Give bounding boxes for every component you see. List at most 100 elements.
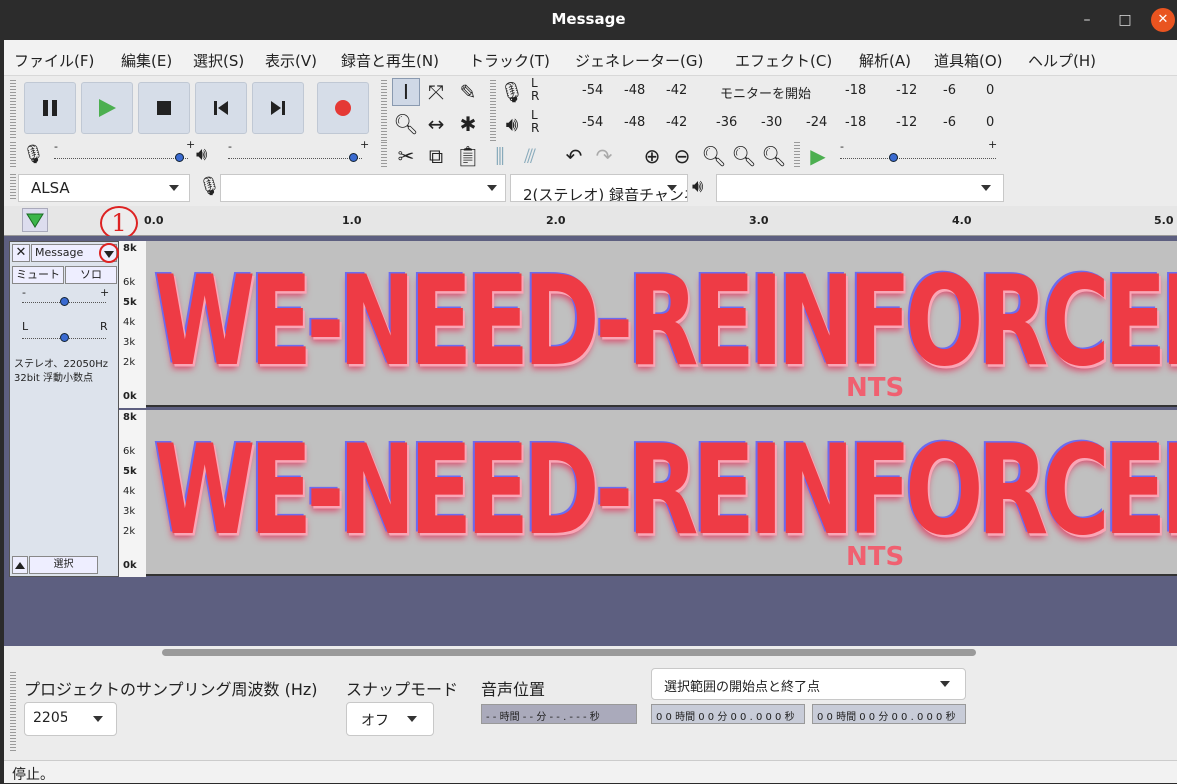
microphone-icon: 🎙︎ <box>22 144 45 165</box>
playback-device-select[interactable] <box>716 174 1004 202</box>
menu-view[interactable]: 表示(V) <box>265 50 317 71</box>
chevron-down-icon <box>940 681 950 687</box>
selection-start-field[interactable]: 0 0 時間 0 0 分 0 0 . 0 0 0 秒 <box>651 704 805 724</box>
selection-tool[interactable]: I <box>392 78 420 106</box>
track-close-button[interactable]: ✕ <box>12 244 30 262</box>
close-button[interactable]: ✕ <box>1151 8 1175 32</box>
menu-file[interactable]: ファイル(F) <box>14 50 94 71</box>
undo-button[interactable]: ↶ <box>560 142 588 170</box>
selection-mode-select[interactable]: 選択範囲の開始点と終了点 <box>651 668 966 700</box>
silence-button[interactable]: ⫻ <box>516 142 544 170</box>
trim-button[interactable]: ⫼ <box>486 142 514 170</box>
recording-volume-slider[interactable] <box>54 148 188 168</box>
fit-project-button[interactable]: 🔍︎ <box>730 142 758 170</box>
playback-meter[interactable]: -54 -48 -42 -36 -30 -24 -18 -12 -6 0 <box>544 112 1004 136</box>
slider-thumb[interactable] <box>59 333 69 342</box>
pause-button[interactable] <box>24 82 76 134</box>
slider-thumb[interactable] <box>59 297 69 306</box>
minimize-button[interactable]: – <box>1075 8 1099 32</box>
spectrogram-right-channel[interactable]: WE-NEED-REINFORCEME NTS <box>146 410 1177 576</box>
menu-analyze[interactable]: 解析(A) <box>859 50 911 71</box>
collapse-track-button[interactable] <box>12 556 28 574</box>
slider-thumb[interactable] <box>349 153 359 162</box>
zoom-in-button[interactable]: ⊕ <box>638 142 666 170</box>
selection-end-field[interactable]: 0 0 時間 0 0 分 0 0 . 0 0 0 秒 <box>812 704 966 724</box>
scale-label: 0k <box>123 560 137 571</box>
menu-tracks[interactable]: トラック(T) <box>469 50 550 71</box>
envelope-tool[interactable]: ⤧ <box>422 78 450 106</box>
zoom-out-icon: ⊖ <box>673 144 691 168</box>
zoom-toggle-icon: 🔍︎ <box>761 144 787 168</box>
time-shift-tool[interactable]: ↔ <box>422 110 450 138</box>
paste-button[interactable]: 📋︎ <box>454 142 482 170</box>
play-button[interactable] <box>81 82 133 134</box>
mute-button[interactable]: ミュート <box>12 266 64 284</box>
zoom-tool[interactable]: 🔍︎ <box>392 110 420 138</box>
snap-mode-select[interactable]: オフ <box>346 702 434 736</box>
toolbar-grip[interactable] <box>794 142 800 168</box>
zoom-toggle-button[interactable]: 🔍︎ <box>760 142 788 170</box>
menu-help[interactable]: ヘルプ(H) <box>1028 50 1096 71</box>
draw-tool[interactable]: ✎ <box>454 78 482 106</box>
record-meter-button[interactable]: 🎙︎ <box>498 78 526 106</box>
toolbar-grip[interactable] <box>490 80 496 142</box>
track-pan-slider[interactable] <box>22 328 106 348</box>
menu-bar: ファイル(F) 編集(E) 選択(S) 表示(V) 録音と再生(N) トラック(… <box>4 40 1177 76</box>
menu-transport[interactable]: 録音と再生(N) <box>341 50 439 71</box>
play-at-speed-button[interactable]: ▶ <box>804 142 832 170</box>
trim-audio-icon: ⫼ <box>495 144 505 168</box>
slider-thumb[interactable] <box>888 153 898 162</box>
recording-channels-value: 2(ステレオ) 録音チャンネル <box>523 186 687 202</box>
skip-to-end-button[interactable] <box>252 82 304 134</box>
cut-button[interactable]: ✂ <box>392 142 420 170</box>
menu-edit[interactable]: 編集(E) <box>121 50 172 71</box>
meter-tick: -48 <box>624 83 646 98</box>
playback-speed-slider[interactable] <box>840 148 996 168</box>
play-meter-button[interactable]: 🔊︎ <box>498 110 526 138</box>
fit-selection-button[interactable]: 🔍︎ <box>700 142 728 170</box>
menu-generate[interactable]: ジェネレーター(G) <box>575 50 703 71</box>
track-control-panel[interactable]: ✕ Message ミュート ソロ - + L R ステレオ、22050Hz 3… <box>9 241 119 577</box>
toolbar-grip[interactable] <box>381 80 387 142</box>
maximize-button[interactable]: □ <box>1113 8 1137 32</box>
project-rate-select[interactable]: 22050 <box>24 702 117 736</box>
menu-tools[interactable]: 道具箱(O) <box>934 50 1003 71</box>
toolbar-grip[interactable] <box>10 672 16 752</box>
record-button[interactable] <box>317 82 369 134</box>
slider-thumb[interactable] <box>175 153 185 162</box>
audio-position-field[interactable]: - - 時間 - - 分 - - . - - - 秒 <box>481 704 637 724</box>
recording-channels-select[interactable]: 2(ステレオ) 録音チャンネル <box>510 174 688 202</box>
timeline-ruler[interactable]: 1 0.0 1.0 2.0 3.0 4.0 5.0 <box>4 206 1177 240</box>
toolbar-grip[interactable] <box>381 142 387 168</box>
audio-host-select[interactable]: ALSA <box>18 174 190 202</box>
solo-button[interactable]: ソロ <box>65 266 117 284</box>
record-meter[interactable]: -54 -48 -42 モニターを開始 -18 -12 -6 0 <box>544 80 1004 104</box>
redo-button[interactable]: ↷ <box>590 142 618 170</box>
stop-button[interactable] <box>138 82 190 134</box>
menu-select[interactable]: 選択(S) <box>193 50 244 71</box>
title-bar: Message – □ ✕ <box>0 0 1177 40</box>
play-icon <box>99 99 116 117</box>
start-monitoring-label[interactable]: モニターを開始 <box>720 83 811 102</box>
toolbar-grip[interactable] <box>10 142 16 168</box>
copy-button[interactable]: ⧉ <box>422 142 450 170</box>
scrollbar-thumb[interactable] <box>162 649 976 656</box>
skip-to-start-button[interactable] <box>195 82 247 134</box>
multi-tool[interactable]: ✱ <box>454 110 482 138</box>
double-arrow-icon: ↔ <box>427 112 445 136</box>
playback-volume-slider[interactable] <box>228 148 362 168</box>
project-rate-value: 22050 <box>33 710 67 726</box>
toolbar-grip[interactable] <box>10 80 16 138</box>
menu-effect[interactable]: エフェクト(C) <box>735 50 832 71</box>
timeline-options-button[interactable] <box>22 208 48 232</box>
scale-label: 0k <box>123 391 137 402</box>
horizontal-scrollbar[interactable] <box>4 646 1177 660</box>
zoom-out-button[interactable]: ⊖ <box>668 142 696 170</box>
spectrogram-left-channel[interactable]: WE-NEED-REINFORCEME NTS <box>146 241 1177 407</box>
track-gain-slider[interactable] <box>22 292 106 312</box>
track-menu-button[interactable] <box>99 243 119 263</box>
recording-device-select[interactable] <box>220 174 506 202</box>
selection-end-value: 0 0 時間 0 0 分 0 0 . 0 0 0 秒 <box>817 712 956 723</box>
toolbar-grip[interactable] <box>10 174 16 200</box>
select-track-button[interactable]: 選択 <box>29 556 98 574</box>
